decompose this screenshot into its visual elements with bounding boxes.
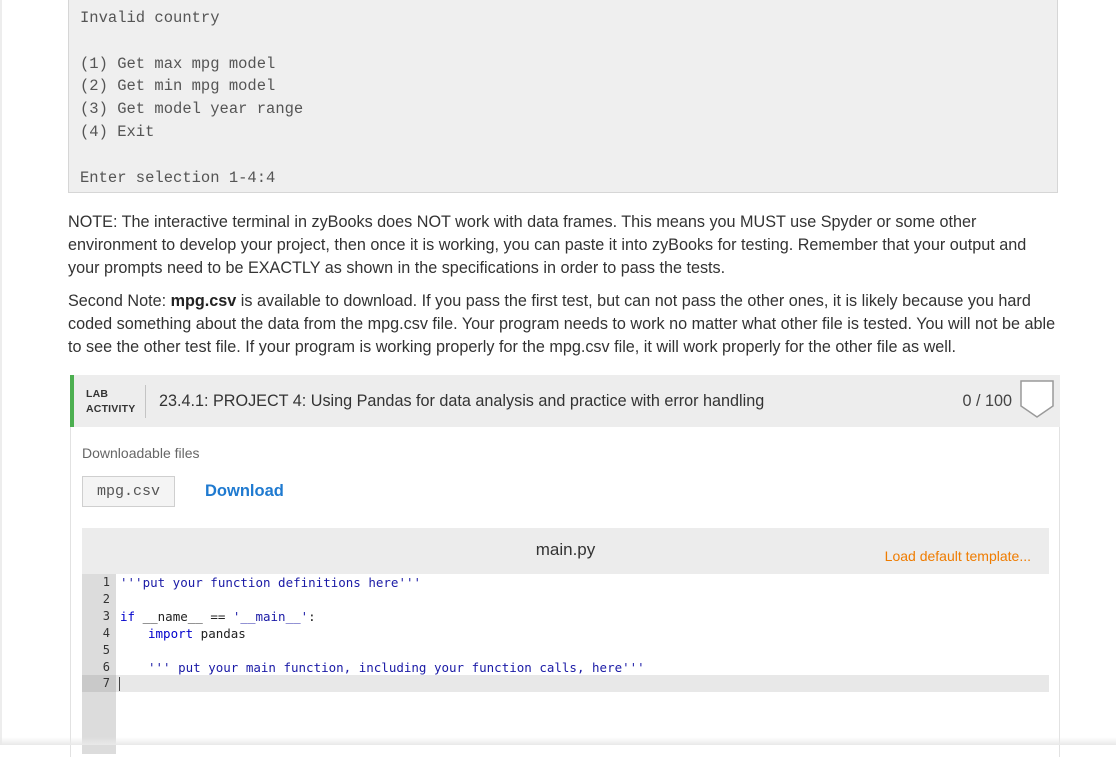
code-line-6: ''' put your main function, including yo…: [148, 659, 645, 676]
active-line-highlight: [116, 675, 1049, 692]
terminal-line: (3) Get model year range: [80, 100, 304, 118]
code-line-4: import pandas: [148, 625, 246, 642]
line-number: 1: [102, 575, 110, 589]
line-number: 7: [102, 676, 110, 690]
code-colon: :: [308, 609, 316, 624]
editor-header: main.py Load default template...: [82, 528, 1049, 574]
second-note-filename: mpg.csv: [170, 292, 237, 310]
bottom-shadow: [0, 737, 1116, 745]
code-module-name: pandas: [193, 626, 246, 641]
lab-title: 23.4.1: PROJECT 4: Using Pandas for data…: [159, 392, 765, 410]
code-keyword-if: if: [120, 609, 136, 624]
line-number: 2: [102, 592, 110, 606]
terminal-output: Invalid country (1) Get max mpg model (2…: [68, 0, 1058, 193]
text-cursor: [119, 677, 120, 691]
code-line-3: if __name__ == '__main__':: [120, 608, 316, 625]
lab-tag-line2: ACTIVITY: [86, 403, 136, 415]
terminal-line: Invalid country: [80, 9, 220, 27]
terminal-line: Enter selection 1-4:4: [80, 169, 276, 187]
terminal-line: (1) Get max mpg model: [80, 55, 276, 73]
downloadable-files-label: Downloadable files: [82, 445, 200, 461]
file-chip-mpg-csv: mpg.csv: [82, 476, 175, 507]
code-docstring: '''put your function definitions here''': [120, 575, 422, 590]
lab-tag-line1: LAB: [86, 388, 109, 400]
note-paragraph: NOTE: The interactive terminal in zyBook…: [68, 213, 1027, 277]
lab-header-divider: [145, 385, 146, 418]
completion-shield-icon: [1020, 380, 1054, 418]
line-number: 5: [102, 643, 110, 657]
line-number: 6: [102, 660, 110, 674]
second-note-prefix: Second Note:: [68, 292, 171, 310]
code-string-main: '__main__': [232, 609, 309, 624]
code-editor[interactable]: 1 2 3 4 5 6 7 '''put your function defin…: [82, 574, 1049, 754]
page-left-border: [0, 0, 2, 745]
lab-score: 0 / 100: [962, 392, 1012, 410]
lab-activity-tag: LAB ACTIVITY: [86, 387, 135, 417]
line-number: 4: [102, 626, 110, 640]
second-note-paragraph: Second Note: mpg.csv is available to dow…: [68, 290, 1058, 359]
code-keyword-import: import: [148, 626, 194, 641]
code-docstring: ''' put your main function, including yo…: [148, 660, 645, 675]
download-link[interactable]: Download: [205, 482, 284, 501]
terminal-line: (2) Get min mpg model: [80, 77, 276, 95]
line-number: 3: [102, 609, 110, 623]
code-name-check: __name__ ==: [135, 609, 233, 624]
code-line-1: '''put your function definitions here''': [120, 574, 421, 591]
terminal-line: (4) Exit: [80, 123, 155, 141]
lab-activity-header: LAB ACTIVITY 23.4.1: PROJECT 4: Using Pa…: [70, 375, 1060, 427]
load-default-template-button[interactable]: Load default template...: [885, 548, 1031, 564]
